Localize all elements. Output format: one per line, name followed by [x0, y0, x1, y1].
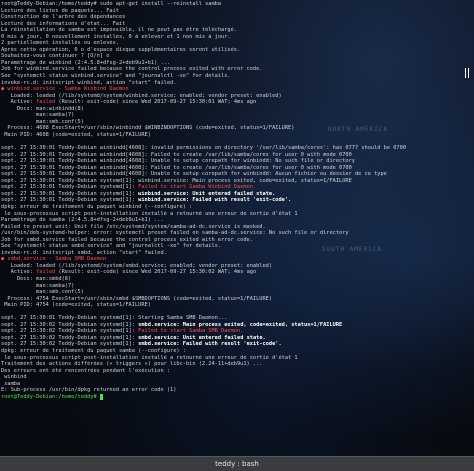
line-text: 2 partiellement installés ou enlevés. [1, 40, 119, 47]
shell-prompt: root@Teddy-Debian:/home/teddy# [1, 393, 100, 400]
line-text: man:smb.conf(5) [1, 118, 84, 125]
log-prefix: sept. 27 15:30:02 Teddy-Debian systemd[1… [1, 321, 139, 328]
line-text: Lecture des listes de paquets... Fait [1, 7, 119, 14]
line-text: Process: 4754 ExecStart=/usr/sbin/smbd $… [1, 295, 273, 302]
unit-header: ● winbind.service - Samba Winbind Daemon [1, 86, 129, 93]
line-text: Paramétrage de winbind (2:4.5.8+dfsg-2+d… [1, 59, 171, 66]
line-text: root@Teddy-Debian:/home/teddy# sudo apt-… [1, 1, 222, 7]
log-prefix: sept. 27 15:30:01 Teddy-Debian systemd[1… [1, 190, 139, 197]
line-text: Paramétrage de samba (2:4.5.8+dfsg-2+deb… [1, 217, 164, 224]
line-text: sept. 27 15:30:01 Teddy-Debian winbindd[… [1, 158, 355, 165]
line-text: Construction de l'arbre des dépendances [1, 14, 126, 21]
log-prefix: sept. 27 15:30:01 Teddy-Debian systemd[1… [1, 184, 139, 191]
line-text: invoke-rc.d: initscript winbind, action … [1, 79, 177, 86]
line-text: Process: 4608 ExecStart=/usr/sbin/winbin… [1, 125, 295, 132]
log-message-bold: winbind.service: Unit entered failed sta… [138, 190, 276, 197]
line-text: dpkg: erreur de traitement du paquet sam… [1, 347, 186, 354]
line-text: man:samba(7) [1, 112, 75, 119]
line-text: dpkg: erreur de traitement du paquet win… [1, 203, 193, 210]
log-message-error: Failed to start Samba Winbind Daemon. [138, 184, 257, 191]
line-text: Lecture des informations d'état... Fait [1, 20, 126, 27]
log-prefix: sept. 27 15:30:01 Teddy-Debian systemd[1… [1, 197, 139, 204]
line-text: See "systemctl status winbind.service" a… [1, 73, 231, 80]
line-text: Après cette opération, 0 o d'espace disq… [1, 46, 241, 53]
active-detail: (Result: exit-code) since Wed 2017-09-27… [55, 99, 257, 106]
line-text: /usr/bin/deb-systemd-helper: error: syst… [1, 230, 349, 237]
line-text: samba [1, 380, 21, 387]
line-text: Souhaitez-vous continuer ? [O/n] o [1, 53, 110, 60]
line-text: See "systemctl status smbd.service" and … [1, 243, 222, 250]
active-status: failed [36, 99, 56, 106]
window-titlebar[interactable]: teddy : bash [0, 456, 474, 471]
line-text: man:samba(7) [1, 282, 75, 289]
line-text: Loaded: loaded (/lib/systemd/system/winb… [1, 92, 282, 99]
line-text: le sous-processus script post-installati… [1, 210, 298, 217]
log-prefix: sept. 27 15:30:02 Teddy-Debian systemd[1… [1, 334, 139, 341]
line-text: man:smb.conf(5) [1, 289, 84, 296]
line-text: sept. 27 15:30:01 Teddy-Debian systemd[1… [1, 177, 352, 184]
log-message-bold: winbind.service: Failed with result 'exi… [138, 197, 292, 204]
active-label: Active: [1, 99, 37, 106]
line-text: winbind [1, 374, 27, 381]
log-prefix: sept. 27 15:30:02 Teddy-Debian systemd[1… [1, 341, 139, 348]
line-text: Des erreurs ont été rencontrées pendant … [1, 367, 171, 374]
line-text: sept. 27 15:30:01 Teddy-Debian winbindd[… [1, 151, 352, 158]
log-message-bold: smbd.service: Main process exited, code=… [138, 321, 343, 328]
line-text: sept. 27 15:30:01 Teddy-Debian winbindd[… [1, 164, 352, 171]
line-text: E: Sub-process /usr/bin/dpkg returned an… [1, 387, 177, 394]
log-prefix: sept. 27 15:30:02 Teddy-Debian systemd[1… [1, 328, 139, 335]
line-text: Traitement des actions différées (« trig… [1, 361, 263, 368]
line-text: Job for smbd.service failed because the … [1, 236, 253, 243]
unit-header: ● smbd.service - Samba SMB Daemon [1, 256, 107, 263]
line-text: sept. 27 15:30:01 Teddy-Debian winbindd[… [1, 145, 407, 152]
active-status: failed [36, 269, 56, 276]
line-text: Docs: man:smbd(8) [1, 275, 72, 282]
line-text: La réinstallation de samba est impossibl… [1, 27, 237, 34]
text-cursor-icon [465, 68, 469, 78]
line-text: 0 mis à jour, 0 nouvellement installés, … [1, 33, 231, 40]
line-text: Failed to preset unit: Unit file /etc/sy… [1, 223, 266, 230]
terminal-line: root@Teddy-Debian:/home/teddy# [1, 393, 470, 401]
line-text: invoke-rc.d: initscript smbd, action "st… [1, 249, 167, 256]
line-text: sept. 27 15:30:01 Teddy-Debian winbindd[… [1, 171, 387, 178]
line-text: sept. 27 15:30:01 Teddy-Debian systemd[1… [1, 315, 228, 322]
window-title: teddy : bash [215, 460, 259, 468]
line-text: Main PID: 4608 (code=exited, status=1/FA… [1, 131, 151, 138]
line-text: Loaded: loaded (/lib/systemd/system/smbd… [1, 262, 273, 269]
log-message-error: Failed to start Samba SMB Daemon. [138, 328, 244, 335]
line-text: Main PID: 4754 (code=exited, status=1/FA… [1, 302, 151, 309]
line-text: Docs: man:winbindd(8) [1, 105, 84, 112]
terminal-window[interactable]: NORTH AMERICA SOUTH AMERICA root@Teddy-D… [0, 0, 474, 456]
log-message-bold: smbd.service: Failed with result 'exit-c… [138, 341, 282, 348]
line-text: Job for winbind.service failed because t… [1, 66, 263, 73]
line-text: le sous-processus script post-installati… [1, 354, 298, 361]
terminal-output: root@Teddy-Debian:/home/teddy# sudo apt-… [1, 1, 470, 400]
terminal-cursor [99, 393, 103, 400]
active-detail: (Result: exit-code) since Wed 2017-09-27… [55, 269, 257, 276]
active-label: Active: [1, 269, 37, 276]
log-message-bold: smbd.service: Unit entered failed state. [138, 334, 266, 341]
